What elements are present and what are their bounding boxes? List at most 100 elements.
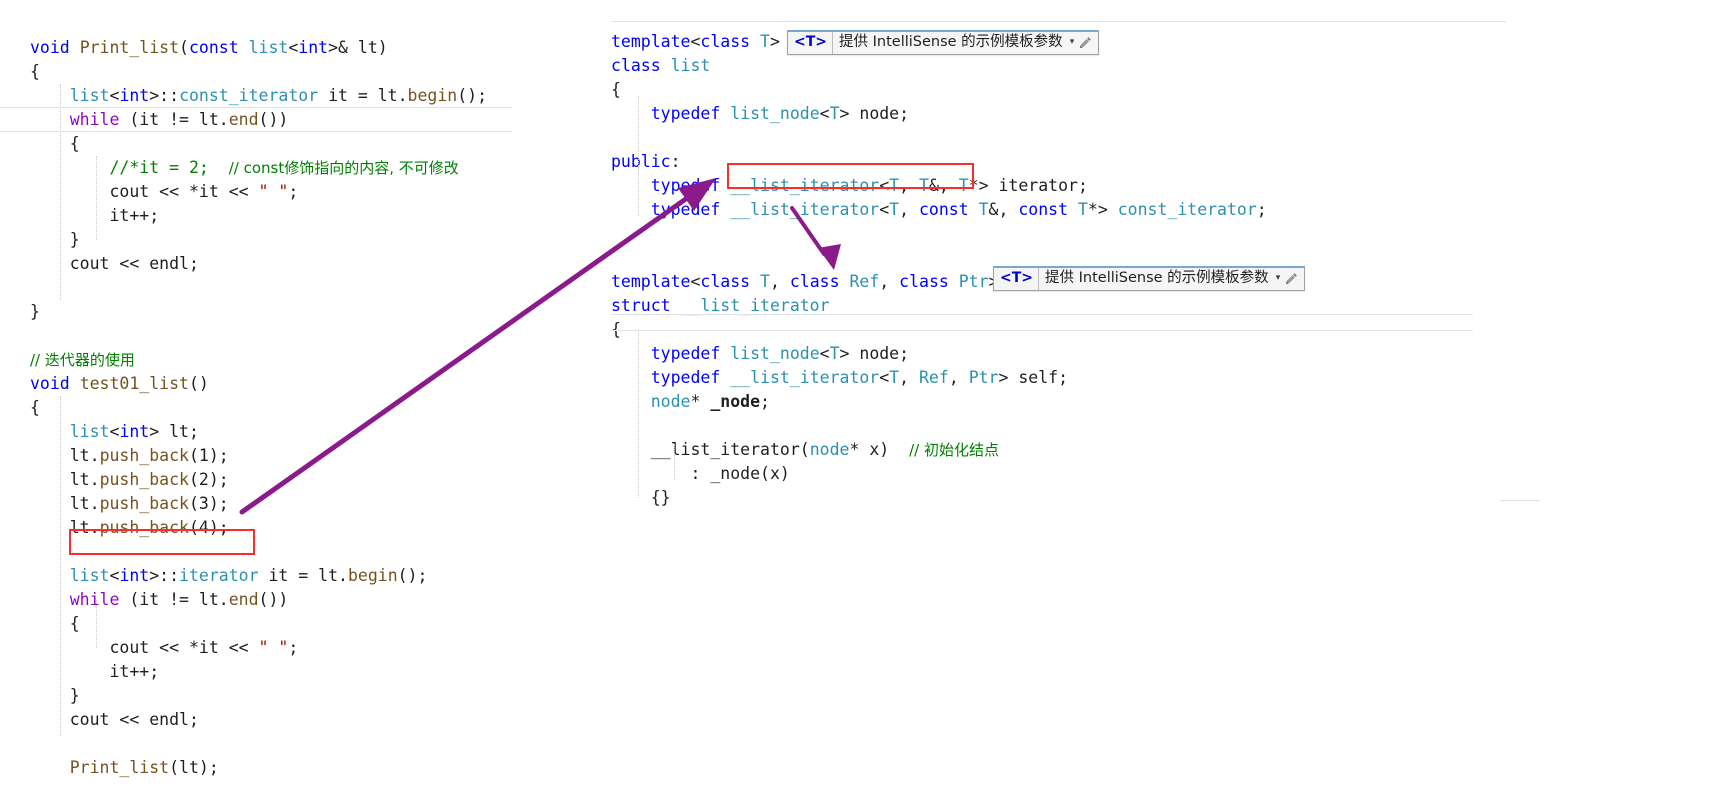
- code-token: > node;: [839, 104, 910, 123]
- code-token: lt.: [69, 446, 100, 465]
- code-line: cout << endl;: [30, 708, 590, 732]
- code-token: <: [819, 104, 830, 123]
- code-token: end: [228, 110, 259, 129]
- badge-top-accent: [788, 30, 1099, 32]
- code-line: {: [30, 396, 590, 420]
- code-token: " ": [258, 638, 289, 657]
- code-line: lt.push_back(3);: [30, 492, 590, 516]
- code-token: (3);: [188, 494, 229, 513]
- code-token: ,: [769, 272, 790, 291]
- intellisense-hint-text: 提供 IntelliSense 的示例模板参数: [839, 34, 1063, 50]
- code-token: (lt);: [169, 758, 219, 777]
- region-rule: [1500, 500, 1540, 501]
- code-token: end: [228, 590, 259, 609]
- code-token: __list_iterator: [730, 176, 880, 195]
- code-token: : _node(x): [690, 464, 790, 483]
- indent-guide: [96, 156, 97, 240]
- intellisense-template-param-badge[interactable]: <T> 提供 IntelliSense 的示例模板参数 ▾: [993, 266, 1306, 291]
- code-token: node: [650, 392, 691, 411]
- code-line: it++;: [30, 660, 590, 684]
- code-token: <: [690, 32, 701, 51]
- code-token: const_iterator: [179, 86, 319, 105]
- pencil-icon[interactable]: [1077, 36, 1098, 49]
- code-token: it++;: [109, 662, 160, 681]
- code-line: }: [30, 684, 590, 708]
- code-line: lt.push_back(2);: [30, 468, 590, 492]
- code-token: cout: [109, 182, 150, 201]
- code-line: typedef list_node<T> node;: [611, 102, 1511, 126]
- code-token: :: [670, 152, 681, 171]
- chevron-down-icon[interactable]: ▾: [1275, 267, 1284, 290]
- code-token: {: [69, 614, 80, 633]
- code-token: (it != lt.: [119, 590, 229, 609]
- code-token: T: [889, 200, 900, 219]
- code-token: int: [119, 422, 150, 441]
- code-token: <: [879, 200, 890, 219]
- code-token: iterator: [179, 566, 259, 585]
- code-token: <: [109, 422, 120, 441]
- code-token: it = lt.: [318, 86, 408, 105]
- code-line: {}: [611, 486, 1511, 510]
- code-token: T: [1077, 200, 1088, 219]
- code-token: ;: [188, 254, 199, 273]
- code-line: : _node(x): [611, 462, 1511, 486]
- code-token: list: [69, 86, 110, 105]
- code-token: <: [690, 272, 701, 291]
- code-token: ()): [258, 110, 289, 129]
- code-token: ();: [397, 566, 428, 585]
- code-token: T: [978, 200, 989, 219]
- code-token: >::: [149, 566, 180, 585]
- pencil-icon[interactable]: [1283, 272, 1304, 285]
- code-token: node: [809, 440, 850, 459]
- code-token: T: [760, 272, 770, 291]
- code-token: class: [700, 32, 751, 51]
- code-token: (: [799, 440, 810, 459]
- code-line: public:: [611, 150, 1511, 174]
- code-token: begin: [407, 86, 458, 105]
- code-token: ,: [899, 176, 919, 195]
- code-token: >::: [149, 86, 180, 105]
- code-token: Ptr: [968, 368, 999, 387]
- intellisense-template-param-badge[interactable]: <T> 提供 IntelliSense 的示例模板参数 ▾: [787, 30, 1100, 55]
- template-slot-label: <T>: [788, 31, 834, 54]
- chevron-down-icon[interactable]: ▾: [1069, 31, 1078, 54]
- code-token: <: [879, 368, 890, 387]
- code-token: const: [1018, 200, 1069, 219]
- code-token: push_back: [99, 470, 189, 489]
- code-token: <: [819, 344, 830, 363]
- code-token: __list_iterator: [730, 368, 880, 387]
- code-token: (: [179, 38, 189, 57]
- code-token: typedef: [650, 104, 721, 123]
- code-token: const: [919, 200, 969, 219]
- code-line: while (it != lt.end()): [30, 588, 590, 612]
- code-token: (): [188, 374, 209, 393]
- code-token: lt.: [69, 518, 100, 537]
- code-token: int: [298, 38, 329, 57]
- code-token: &,: [988, 200, 1019, 219]
- region-rule: [611, 314, 1473, 315]
- code-line: //*it = 2; // const修饰指向的内容, 不可修改: [30, 156, 590, 180]
- code-token: <: [879, 176, 890, 195]
- code-line: {: [30, 132, 590, 156]
- code-token: typedef: [650, 200, 721, 219]
- code-token: (2);: [188, 470, 229, 489]
- code-token: typedef: [650, 176, 721, 195]
- code-token: list: [69, 566, 110, 585]
- indent-guide: [674, 444, 675, 480]
- code-token: T: [958, 176, 969, 195]
- code-token: Ref: [849, 272, 880, 291]
- code-token: list: [69, 422, 110, 441]
- intellisense-hint-text: 提供 IntelliSense 的示例模板参数: [1045, 270, 1269, 286]
- code-line: lt.push_back(4);: [30, 516, 590, 540]
